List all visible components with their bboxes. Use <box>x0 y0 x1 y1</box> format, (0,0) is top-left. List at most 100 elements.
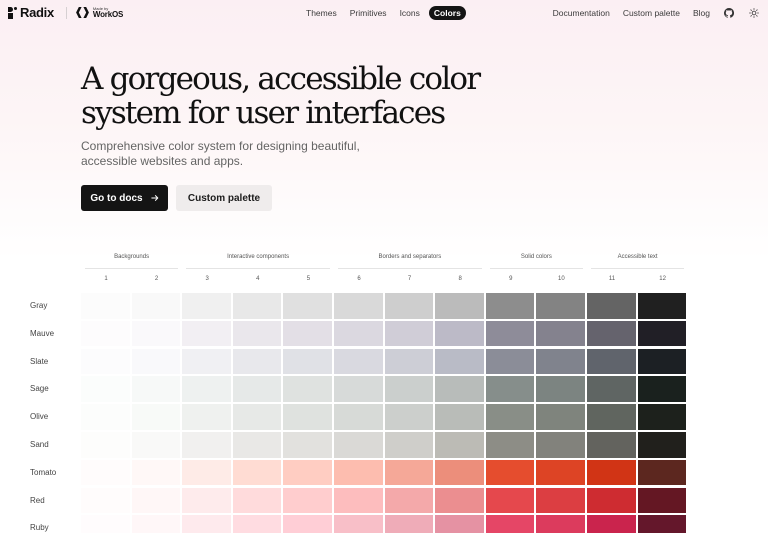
swatch-olive-12[interactable] <box>637 404 687 430</box>
swatch-mauve-4[interactable] <box>232 320 282 347</box>
swatch-olive-1[interactable] <box>81 404 130 430</box>
swatch-sand-6[interactable] <box>334 432 383 458</box>
swatch-sage-4[interactable] <box>232 376 282 402</box>
swatch-ruby-1[interactable] <box>81 515 130 533</box>
swatch-ruby-5[interactable] <box>283 515 332 533</box>
swatch-slate-6[interactable] <box>334 348 383 375</box>
swatch-olive-4[interactable] <box>232 404 282 430</box>
swatch-slate-2[interactable] <box>131 348 181 375</box>
nav-icons[interactable]: Icons <box>400 6 420 20</box>
swatch-slate-3[interactable] <box>182 348 231 375</box>
swatch-sage-11[interactable] <box>587 376 636 402</box>
swatch-red-10[interactable] <box>536 487 585 514</box>
swatch-mauve-8[interactable] <box>435 320 484 347</box>
swatch-red-9[interactable] <box>485 487 535 514</box>
swatch-gray-9[interactable] <box>485 293 535 319</box>
swatch-olive-5[interactable] <box>283 404 332 430</box>
swatch-sage-3[interactable] <box>182 376 231 402</box>
swatch-gray-8[interactable] <box>435 293 484 319</box>
swatch-tomato-8[interactable] <box>435 459 484 486</box>
swatch-gray-11[interactable] <box>587 293 636 319</box>
swatch-red-12[interactable] <box>637 487 687 514</box>
swatch-ruby-4[interactable] <box>232 515 282 533</box>
swatch-tomato-10[interactable] <box>536 459 585 486</box>
swatch-sage-7[interactable] <box>384 376 434 402</box>
swatch-ruby-8[interactable] <box>435 515 484 533</box>
swatch-red-5[interactable] <box>283 487 332 514</box>
swatch-gray-5[interactable] <box>283 293 332 319</box>
swatch-slate-1[interactable] <box>81 348 130 375</box>
swatch-sand-7[interactable] <box>384 432 434 458</box>
swatch-sage-10[interactable] <box>536 376 585 402</box>
swatch-olive-10[interactable] <box>536 404 585 430</box>
nav-colors[interactable]: Colors <box>428 6 466 20</box>
swatch-mauve-6[interactable] <box>334 320 383 347</box>
nav-blog[interactable]: Blog <box>693 6 710 20</box>
swatch-mauve-1[interactable] <box>81 320 130 347</box>
swatch-sage-2[interactable] <box>131 376 181 402</box>
swatch-sage-8[interactable] <box>435 376 484 402</box>
swatch-gray-7[interactable] <box>384 293 434 319</box>
swatch-sand-5[interactable] <box>283 432 332 458</box>
swatch-tomato-6[interactable] <box>334 459 383 486</box>
swatch-sand-11[interactable] <box>587 432 636 458</box>
nav-custom-palette[interactable]: Custom palette <box>623 6 680 20</box>
swatch-gray-6[interactable] <box>334 293 383 319</box>
swatch-red-1[interactable] <box>81 487 130 514</box>
swatch-sand-12[interactable] <box>637 432 687 458</box>
swatch-sand-9[interactable] <box>485 432 535 458</box>
nav-documentation[interactable]: Documentation <box>553 6 610 20</box>
swatch-ruby-11[interactable] <box>587 515 636 533</box>
swatch-ruby-12[interactable] <box>637 515 687 533</box>
github-icon[interactable] <box>723 7 735 19</box>
swatch-olive-8[interactable] <box>435 404 484 430</box>
swatch-mauve-5[interactable] <box>283 320 332 347</box>
swatch-gray-1[interactable] <box>81 293 130 319</box>
swatch-gray-3[interactable] <box>182 293 231 319</box>
swatch-red-6[interactable] <box>334 487 383 514</box>
swatch-slate-9[interactable] <box>485 348 535 375</box>
swatch-sand-8[interactable] <box>435 432 484 458</box>
swatch-red-3[interactable] <box>182 487 231 514</box>
swatch-mauve-2[interactable] <box>131 320 181 347</box>
swatch-slate-10[interactable] <box>536 348 585 375</box>
swatch-sand-1[interactable] <box>81 432 130 458</box>
swatch-sand-2[interactable] <box>131 432 181 458</box>
swatch-gray-10[interactable] <box>536 293 585 319</box>
swatch-ruby-9[interactable] <box>485 515 535 533</box>
swatch-mauve-9[interactable] <box>485 320 535 347</box>
swatch-tomato-2[interactable] <box>131 459 181 486</box>
swatch-red-8[interactable] <box>435 487 484 514</box>
swatch-tomato-4[interactable] <box>232 459 282 486</box>
swatch-mauve-12[interactable] <box>637 320 687 347</box>
swatch-gray-12[interactable] <box>637 293 687 319</box>
swatch-tomato-11[interactable] <box>587 459 636 486</box>
swatch-sage-6[interactable] <box>334 376 383 402</box>
swatch-slate-7[interactable] <box>384 348 434 375</box>
swatch-mauve-10[interactable] <box>536 320 585 347</box>
swatch-red-2[interactable] <box>131 487 181 514</box>
swatch-red-4[interactable] <box>232 487 282 514</box>
swatch-ruby-10[interactable] <box>536 515 585 533</box>
swatch-sage-1[interactable] <box>81 376 130 402</box>
swatch-tomato-3[interactable] <box>182 459 231 486</box>
swatch-olive-7[interactable] <box>384 404 434 430</box>
swatch-slate-12[interactable] <box>637 348 687 375</box>
swatch-red-11[interactable] <box>587 487 636 514</box>
swatch-tomato-7[interactable] <box>384 459 434 486</box>
go-to-docs-button[interactable]: Go to docs <box>81 185 168 211</box>
brand[interactable]: Radix Made by WorkOS <box>8 5 123 20</box>
sun-icon[interactable] <box>748 7 760 19</box>
swatch-olive-9[interactable] <box>485 404 535 430</box>
swatch-ruby-3[interactable] <box>182 515 231 533</box>
swatch-slate-5[interactable] <box>283 348 332 375</box>
swatch-gray-2[interactable] <box>131 293 181 319</box>
swatch-ruby-2[interactable] <box>131 515 181 533</box>
swatch-mauve-11[interactable] <box>587 320 636 347</box>
swatch-tomato-1[interactable] <box>81 459 130 486</box>
custom-palette-button[interactable]: Custom palette <box>176 185 272 211</box>
swatch-mauve-7[interactable] <box>384 320 434 347</box>
swatch-tomato-9[interactable] <box>485 459 535 486</box>
swatch-ruby-6[interactable] <box>334 515 383 533</box>
swatch-slate-11[interactable] <box>587 348 636 375</box>
